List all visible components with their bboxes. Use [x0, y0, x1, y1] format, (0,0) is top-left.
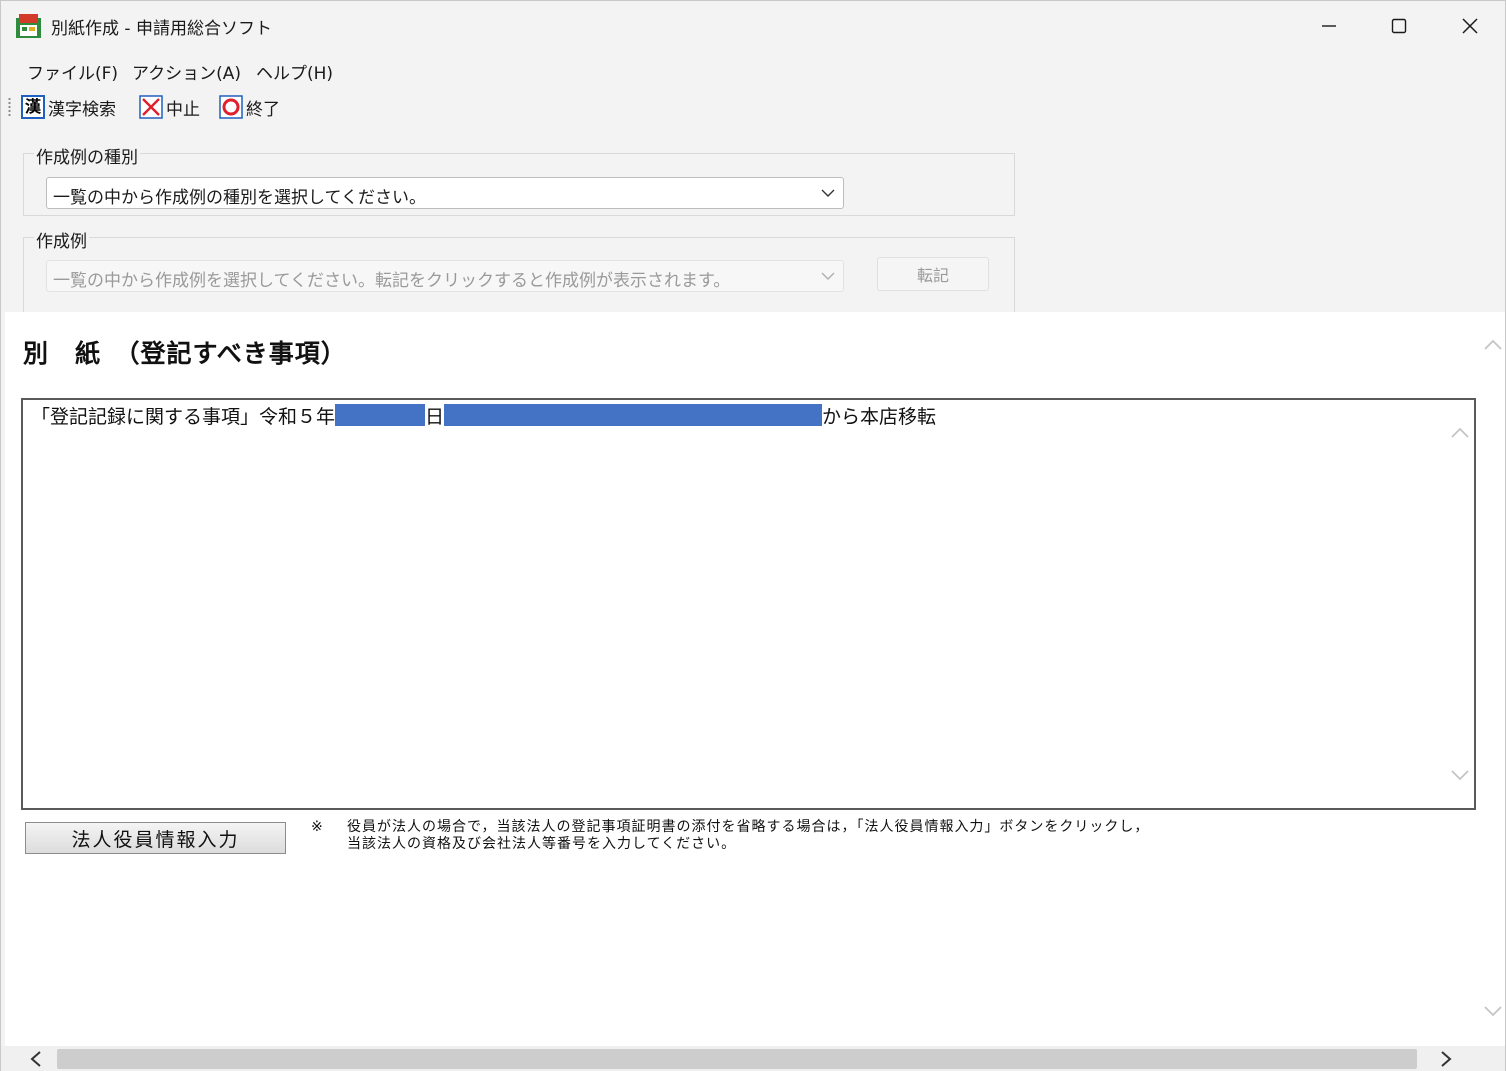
- exit-label: 終了: [246, 99, 280, 120]
- chevron-down-icon: [821, 189, 835, 197]
- corporate-officer-info-button[interactable]: 法人役員情報入力: [25, 822, 286, 854]
- toolbar-grip[interactable]: [8, 97, 11, 117]
- maximize-icon: [1391, 18, 1407, 34]
- app-icon: [16, 14, 41, 38]
- minimize-icon: [1322, 25, 1336, 27]
- menu-file[interactable]: ファイル(F): [27, 59, 118, 84]
- toolbar: 漢 漢字検索 中止 終了: [1, 89, 1505, 125]
- example-type-select[interactable]: 一覧の中から作成例の種別を選択してください。: [46, 177, 844, 209]
- menu-action[interactable]: アクション(A): [132, 59, 241, 84]
- document-area: 別 紙 （登記すべき事項） 「登記記録に関する事項」令和５年 日 から本店移転 …: [5, 312, 1481, 1046]
- scroll-left-icon[interactable]: [29, 1051, 43, 1067]
- note-line-2: 当該法人の資格及び会社法人等番号を入力してください。: [347, 836, 737, 852]
- close-icon: [1462, 18, 1478, 34]
- scroll-right-icon[interactable]: [1439, 1051, 1453, 1067]
- registration-matters-textarea[interactable]: 「登記記録に関する事項」令和５年 日 から本店移転: [21, 398, 1476, 810]
- transfer-button[interactable]: 転記: [877, 257, 989, 291]
- cancel-x-icon: [139, 95, 163, 119]
- text-line: 「登記記録に関する事項」令和５年 日 から本店移転: [31, 402, 936, 428]
- example-type-title: 作成例の種別: [34, 143, 140, 168]
- kanji-search-button[interactable]: 漢 漢字検索: [21, 94, 116, 120]
- textarea-scroll-down-icon[interactable]: [1450, 768, 1470, 782]
- app-window: 別紙作成 - 申請用総合ソフト ファイル(F) アクション(A) ヘルプ(H) …: [0, 0, 1506, 1071]
- example-selected: 一覧の中から作成例を選択してください。転記をクリックすると作成例が表示されます。: [53, 271, 731, 291]
- horizontal-scrollbar[interactable]: [1, 1046, 1505, 1071]
- redaction-block: [335, 404, 426, 426]
- scroll-up-icon[interactable]: [1483, 338, 1503, 352]
- document-heading: 別 紙 （登記すべき事項）: [23, 339, 347, 368]
- example-select[interactable]: 一覧の中から作成例を選択してください。転記をクリックすると作成例が表示されます。: [46, 260, 844, 292]
- vertical-scrollbar[interactable]: [1481, 312, 1505, 1046]
- minimize-button[interactable]: [1294, 1, 1364, 51]
- exit-circle-icon: [219, 95, 243, 119]
- textarea-scroll-up-icon[interactable]: [1450, 426, 1470, 440]
- note-mark: ※: [311, 819, 323, 835]
- note-line-1: 役員が法人の場合で，当該法人の登記事項証明書の添付を省略する場合は，「法人役員情…: [347, 819, 1150, 835]
- kanji-icon: 漢: [21, 95, 45, 119]
- maximize-button[interactable]: [1364, 1, 1434, 51]
- line-suffix: から本店移転: [822, 405, 937, 428]
- redaction-block: [444, 404, 823, 426]
- line-mid: 日: [425, 405, 445, 428]
- example-type-selected: 一覧の中から作成例の種別を選択してください。: [53, 188, 426, 208]
- menu-help[interactable]: ヘルプ(H): [256, 59, 333, 84]
- note-text: 役員が法人の場合で，当該法人の登記事項証明書の添付を省略する場合は，「法人役員情…: [347, 819, 1149, 853]
- cancel-label: 中止: [166, 99, 200, 120]
- exit-button[interactable]: 終了: [219, 94, 280, 120]
- chevron-down-icon: [821, 272, 835, 280]
- example-title: 作成例: [34, 227, 89, 252]
- kanji-search-label: 漢字検索: [48, 99, 116, 120]
- close-button[interactable]: [1435, 1, 1505, 51]
- window-title: 別紙作成 - 申請用総合ソフト: [51, 19, 272, 39]
- menu-bar: ファイル(F) アクション(A) ヘルプ(H): [1, 51, 1505, 89]
- line-prefix: 「登記記録に関する事項」令和５年: [31, 405, 336, 428]
- title-bar[interactable]: 別紙作成 - 申請用総合ソフト: [1, 1, 1505, 51]
- horizontal-scroll-thumb[interactable]: [57, 1049, 1417, 1069]
- scroll-down-icon[interactable]: [1483, 1004, 1503, 1018]
- cancel-button[interactable]: 中止: [139, 94, 200, 120]
